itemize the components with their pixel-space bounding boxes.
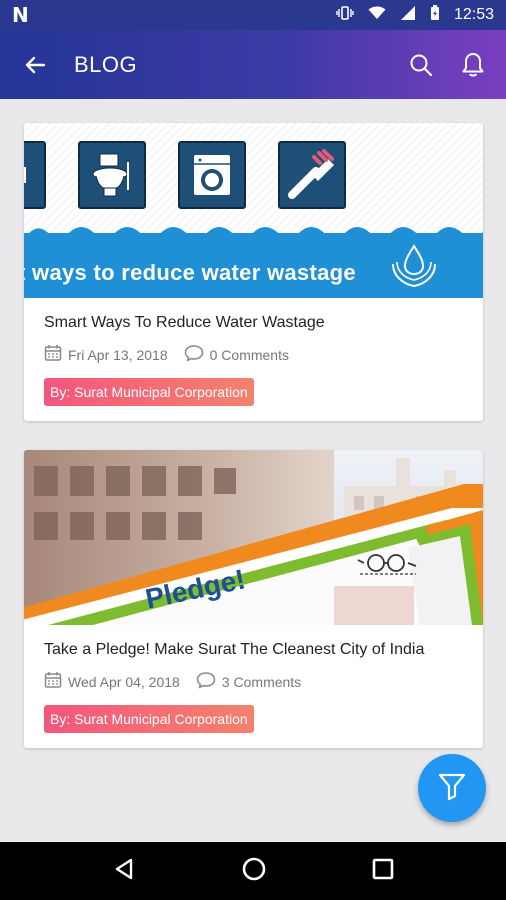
toothbrush-tile-icon [278, 141, 346, 209]
post-date: Wed Apr 04, 2018 [68, 673, 180, 690]
washing-machine-tile-icon [178, 141, 246, 209]
filter-icon [437, 771, 467, 806]
post-meta: Wed Apr 04, 2018 3 Comments [44, 671, 463, 692]
notification-n-icon: N [12, 3, 29, 27]
post-banner-image: t ways to reduce water wastage [24, 123, 483, 298]
calendar-icon [44, 344, 62, 365]
signal-icon [400, 5, 416, 25]
post-title[interactable]: Take a Pledge! Make Surat The Cleanest C… [44, 641, 463, 659]
search-icon[interactable] [406, 50, 436, 80]
app-bar: BLOG [0, 30, 506, 99]
water-hands-icon [392, 244, 436, 288]
author-badge: By: Surat Municipal Corporation [44, 378, 254, 406]
toilet-tile-icon [78, 141, 146, 209]
banner-caption: t ways to reduce water wastage [24, 260, 356, 285]
calendar-icon [44, 671, 62, 692]
system-nav-bar [0, 842, 506, 900]
back-arrow-icon[interactable] [18, 48, 52, 82]
post-comment-count: 3 Comments [221, 673, 302, 690]
nav-back-icon[interactable] [112, 857, 136, 886]
blog-post-card[interactable]: t ways to reduce water wastage Smart Way… [24, 123, 483, 421]
battery-icon [430, 4, 440, 26]
post-meta: Fri Apr 13, 2018 0 Comments [44, 344, 463, 365]
filter-button[interactable] [418, 754, 486, 822]
status-time: 12:53 [453, 6, 494, 23]
nav-home-icon[interactable] [241, 856, 267, 887]
wifi-icon [368, 6, 386, 25]
post-comment-count: 0 Comments [209, 346, 289, 363]
bell-icon[interactable] [458, 50, 488, 80]
post-banner-image: Pledge! [24, 450, 483, 625]
comments-link[interactable]: 3 Comments [196, 671, 301, 692]
post-date: Fri Apr 13, 2018 [68, 346, 168, 363]
nav-recents-icon[interactable] [372, 858, 394, 885]
comment-icon [196, 671, 216, 692]
mug-tile-icon [24, 141, 46, 209]
vibrate-icon [336, 5, 354, 26]
status-bar: N 12:53 [0, 0, 506, 30]
comment-icon [184, 344, 204, 365]
page-title: BLOG [74, 51, 138, 77]
comments-link[interactable]: 0 Comments [184, 344, 289, 365]
author-badge: By: Surat Municipal Corporation [44, 705, 254, 733]
blog-post-card[interactable]: Pledge! Take a Pledge! Make Surat The Cl… [24, 450, 483, 748]
post-title[interactable]: Smart Ways To Reduce Water Wastage [44, 314, 463, 332]
